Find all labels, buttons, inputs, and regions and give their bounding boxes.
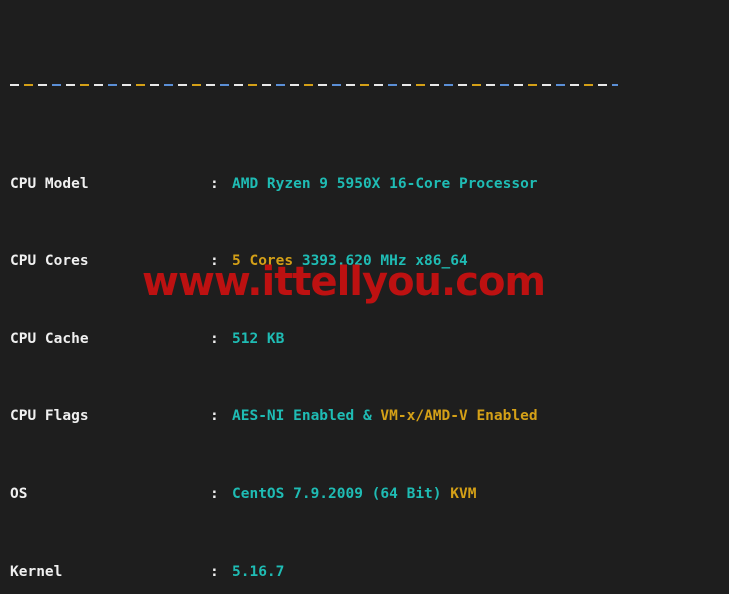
- label-cpu-cores: CPU Cores: [10, 253, 89, 270]
- row-cpu-cores: CPU Cores:5 Cores 3393.620 MHz x86_64: [10, 252, 538, 271]
- value-os-name: CentOS 7.9.2009 (64 Bit): [232, 486, 442, 503]
- value-cpu-cache: 512 KB: [232, 330, 285, 347]
- value-os-virt: KVM: [450, 486, 477, 503]
- value-cpu-model: AMD Ryzen 9 5950X 16-Core Processor: [232, 175, 538, 192]
- row-cpu-flags: CPU Flags: AES-NI Enabled & VM-x/AMD-V En…: [10, 407, 538, 426]
- row-cpu-cache: CPU Cache:512 KB: [10, 330, 538, 349]
- value-cpu-cores-freq: 3393.620 MHz x86_64: [301, 253, 468, 270]
- label-cpu-cache: CPU Cache: [10, 330, 89, 347]
- colon: :: [210, 408, 219, 425]
- value-cpu-flags-virt: VM-x/AMD-V Enabled: [380, 408, 538, 425]
- row-cpu-model: CPU Model: AMD Ryzen 9 5950X 16-Core Proc…: [10, 175, 538, 194]
- label-cpu-model: CPU Model: [10, 175, 89, 192]
- label-os: OS: [10, 486, 28, 503]
- colon: :: [210, 330, 219, 347]
- colon: :: [210, 486, 219, 503]
- row-kernel: Kernel:5.16.7: [10, 563, 538, 582]
- label-cpu-flags: CPU Flags: [10, 408, 89, 425]
- value-kernel: 5.16.7: [232, 563, 285, 580]
- value-cpu-flags-aes: AES-NI Enabled &: [232, 408, 372, 425]
- colon: :: [210, 253, 219, 270]
- colon: :: [210, 563, 219, 580]
- terminal-output: CPU Model: AMD Ryzen 9 5950X 16-Core Proc…: [10, 0, 618, 594]
- terminal-window: CPU Model: AMD Ryzen 9 5950X 16-Core Proc…: [0, 0, 729, 594]
- separator-top: [10, 78, 618, 97]
- row-os: OS: CentOS 7.9.2009 (64 Bit) KVM: [10, 485, 538, 504]
- label-kernel: Kernel: [10, 563, 63, 580]
- dashed-rule: [10, 83, 618, 86]
- value-cpu-cores-count: 5 Cores: [232, 253, 294, 270]
- colon: :: [210, 175, 219, 192]
